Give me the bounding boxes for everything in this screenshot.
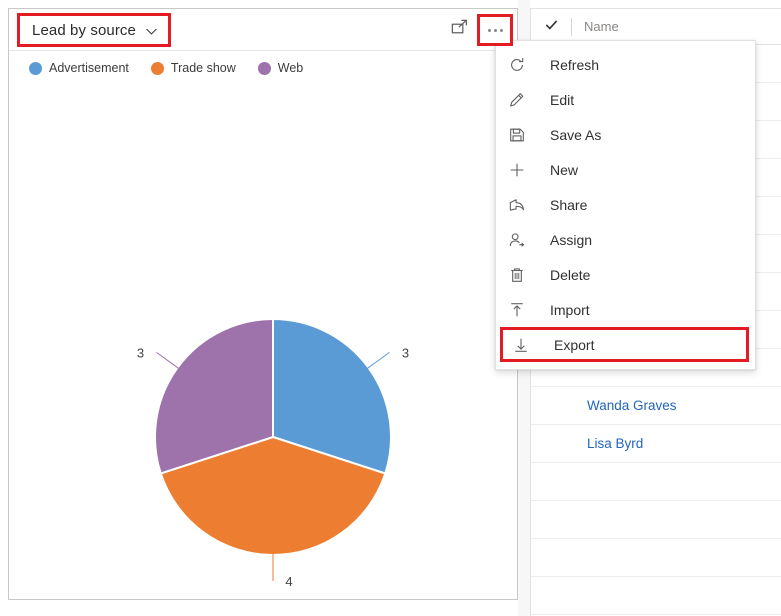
menu-label-refresh: Refresh <box>550 56 600 73</box>
checkmark-icon <box>544 17 559 37</box>
menu-item-import[interactable]: Import <box>496 292 755 327</box>
table-row[interactable]: Lisa Byrd <box>531 425 781 463</box>
menu-item-assign[interactable]: Assign <box>496 222 755 257</box>
grid-row[interactable] <box>531 539 781 577</box>
chart-toolbar <box>443 13 513 47</box>
expand-chart-button[interactable] <box>443 15 475 45</box>
pie-data-label: 4 <box>285 574 292 589</box>
pie-leader-line <box>156 351 179 369</box>
legend-label-advertisement: Advertisement <box>49 61 129 75</box>
menu-label-edit: Edit <box>550 91 575 108</box>
menu-item-delete[interactable]: Delete <box>496 257 755 292</box>
import-arrow-up-icon <box>508 300 538 320</box>
trash-icon <box>508 265 538 285</box>
expand-chart-icon <box>450 19 469 41</box>
page-title: Lead by source <box>32 21 136 39</box>
menu-item-new[interactable]: New <box>496 152 755 187</box>
menu-label-new: New <box>550 161 579 178</box>
legend-label-trade-show: Trade show <box>170 61 236 75</box>
plus-icon <box>508 160 538 180</box>
menu-label-save-as: Save As <box>550 126 602 143</box>
record-link-lisa-byrd[interactable]: Lisa Byrd <box>587 436 643 451</box>
menu-item-refresh[interactable]: Refresh <box>496 47 755 82</box>
chart-legend: Advertisement Trade show Web <box>29 61 303 75</box>
menu-item-share[interactable]: Share <box>496 187 755 222</box>
select-all-checkbox[interactable] <box>531 17 571 37</box>
more-commands-menu: Refresh Edit Save As New Share Assign De… <box>495 40 756 370</box>
menu-label-import: Import <box>550 301 590 318</box>
chart-title-selector[interactable]: Lead by source <box>17 13 171 47</box>
refresh-icon <box>508 55 538 75</box>
more-commands-icon <box>487 28 503 32</box>
pencil-icon <box>508 90 538 110</box>
export-arrow-down-icon <box>512 335 542 355</box>
chart-card: Lead by source Advertisement Trade show … <box>8 8 518 600</box>
menu-item-edit[interactable]: Edit <box>496 82 755 117</box>
column-header-name: Name <box>584 19 619 34</box>
legend-item-trade-show[interactable]: Trade show <box>150 61 236 75</box>
menu-item-save-as[interactable]: Save As <box>496 117 755 152</box>
assign-user-icon <box>508 230 538 250</box>
share-icon <box>508 195 538 215</box>
pie-data-label: 3 <box>402 345 409 360</box>
menu-label-delete: Delete <box>550 266 591 283</box>
table-row[interactable]: Wanda Graves <box>531 387 781 425</box>
grid-row[interactable] <box>531 501 781 539</box>
grid-row[interactable] <box>531 463 781 501</box>
chevron-down-icon[interactable] <box>145 25 158 38</box>
save-icon <box>508 125 538 145</box>
pie-leader-line <box>367 351 390 369</box>
menu-label-assign: Assign <box>550 231 593 248</box>
pie-chart: 3 4 3 <box>9 89 517 599</box>
pie-data-label: 3 <box>137 345 144 360</box>
legend-swatch-advertisement <box>29 61 42 75</box>
menu-label-share: Share <box>550 196 588 213</box>
chart-card-header: Lead by source <box>9 9 517 51</box>
legend-swatch-web <box>257 61 271 75</box>
menu-item-export[interactable]: Export <box>500 327 749 362</box>
more-commands-button[interactable] <box>477 14 513 46</box>
record-link-wanda-graves[interactable]: Wanda Graves <box>587 398 677 413</box>
header-divider <box>9 50 517 51</box>
pie-chart-svg[interactable]: 3 4 3 <box>9 89 518 599</box>
legend-item-web[interactable]: Web <box>257 61 304 75</box>
grid-row[interactable] <box>531 577 781 615</box>
legend-label-web: Web <box>277 61 304 75</box>
menu-label-export: Export <box>554 336 595 353</box>
legend-swatch-trade-show <box>150 61 164 75</box>
legend-item-advertisement[interactable]: Advertisement <box>29 61 129 75</box>
